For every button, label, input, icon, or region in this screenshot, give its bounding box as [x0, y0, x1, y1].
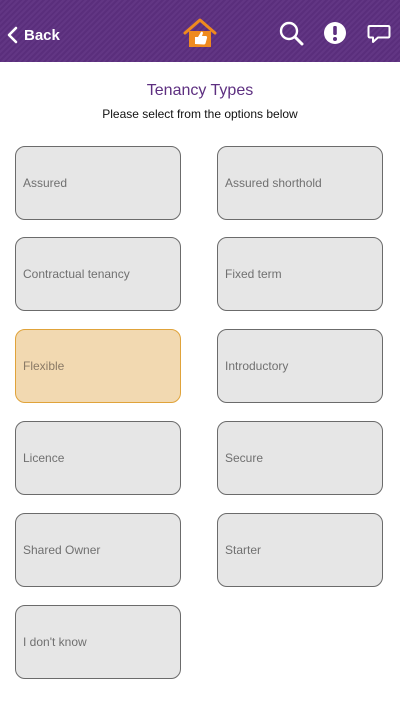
option-assured-shorthold[interactable]: Assured shorthold: [217, 146, 383, 220]
search-icon: [279, 21, 304, 46]
option-secure[interactable]: Secure: [217, 421, 383, 495]
option-label: Assured shorthold: [225, 176, 322, 190]
option-label: Introductory: [225, 359, 289, 373]
option-shared-owner[interactable]: Shared Owner: [15, 513, 181, 587]
back-button[interactable]: Back: [6, 20, 60, 50]
home-button[interactable]: [183, 18, 217, 48]
top-bar: Back: [0, 0, 400, 62]
back-label: Back: [24, 26, 60, 44]
option-label: Fixed term: [225, 267, 282, 281]
option-label: Starter: [225, 543, 262, 557]
search-button[interactable]: [278, 20, 304, 46]
speech-bubble-icon: [367, 25, 391, 43]
option-label: Assured: [23, 176, 68, 190]
option-label: Contractual tenancy: [23, 267, 130, 281]
chevron-left-icon: [7, 26, 18, 44]
option-contractual-tenancy[interactable]: Contractual tenancy: [15, 237, 181, 311]
option-licence[interactable]: Licence: [15, 421, 181, 495]
option-label: Flexible: [23, 359, 65, 373]
option-i-dont-know[interactable]: I don't know: [15, 605, 181, 679]
house-thumbs-up-icon: [183, 18, 217, 47]
option-label: Secure: [225, 451, 264, 465]
chat-button[interactable]: [366, 20, 392, 46]
option-introductory[interactable]: Introductory: [217, 329, 383, 403]
page-subtitle: Please select from the options below: [102, 107, 298, 121]
page-title: Tenancy Types: [146, 82, 254, 99]
option-flexible[interactable]: Flexible: [15, 329, 181, 403]
option-label: Licence: [23, 451, 65, 465]
option-fixed-term[interactable]: Fixed term: [217, 237, 383, 311]
option-assured[interactable]: Assured: [15, 146, 181, 220]
option-label: Shared Owner: [23, 543, 101, 557]
alert-button[interactable]: [322, 20, 348, 46]
option-starter[interactable]: Starter: [217, 513, 383, 587]
exclamation-icon: [324, 22, 346, 44]
option-label: I don't know: [23, 635, 87, 649]
